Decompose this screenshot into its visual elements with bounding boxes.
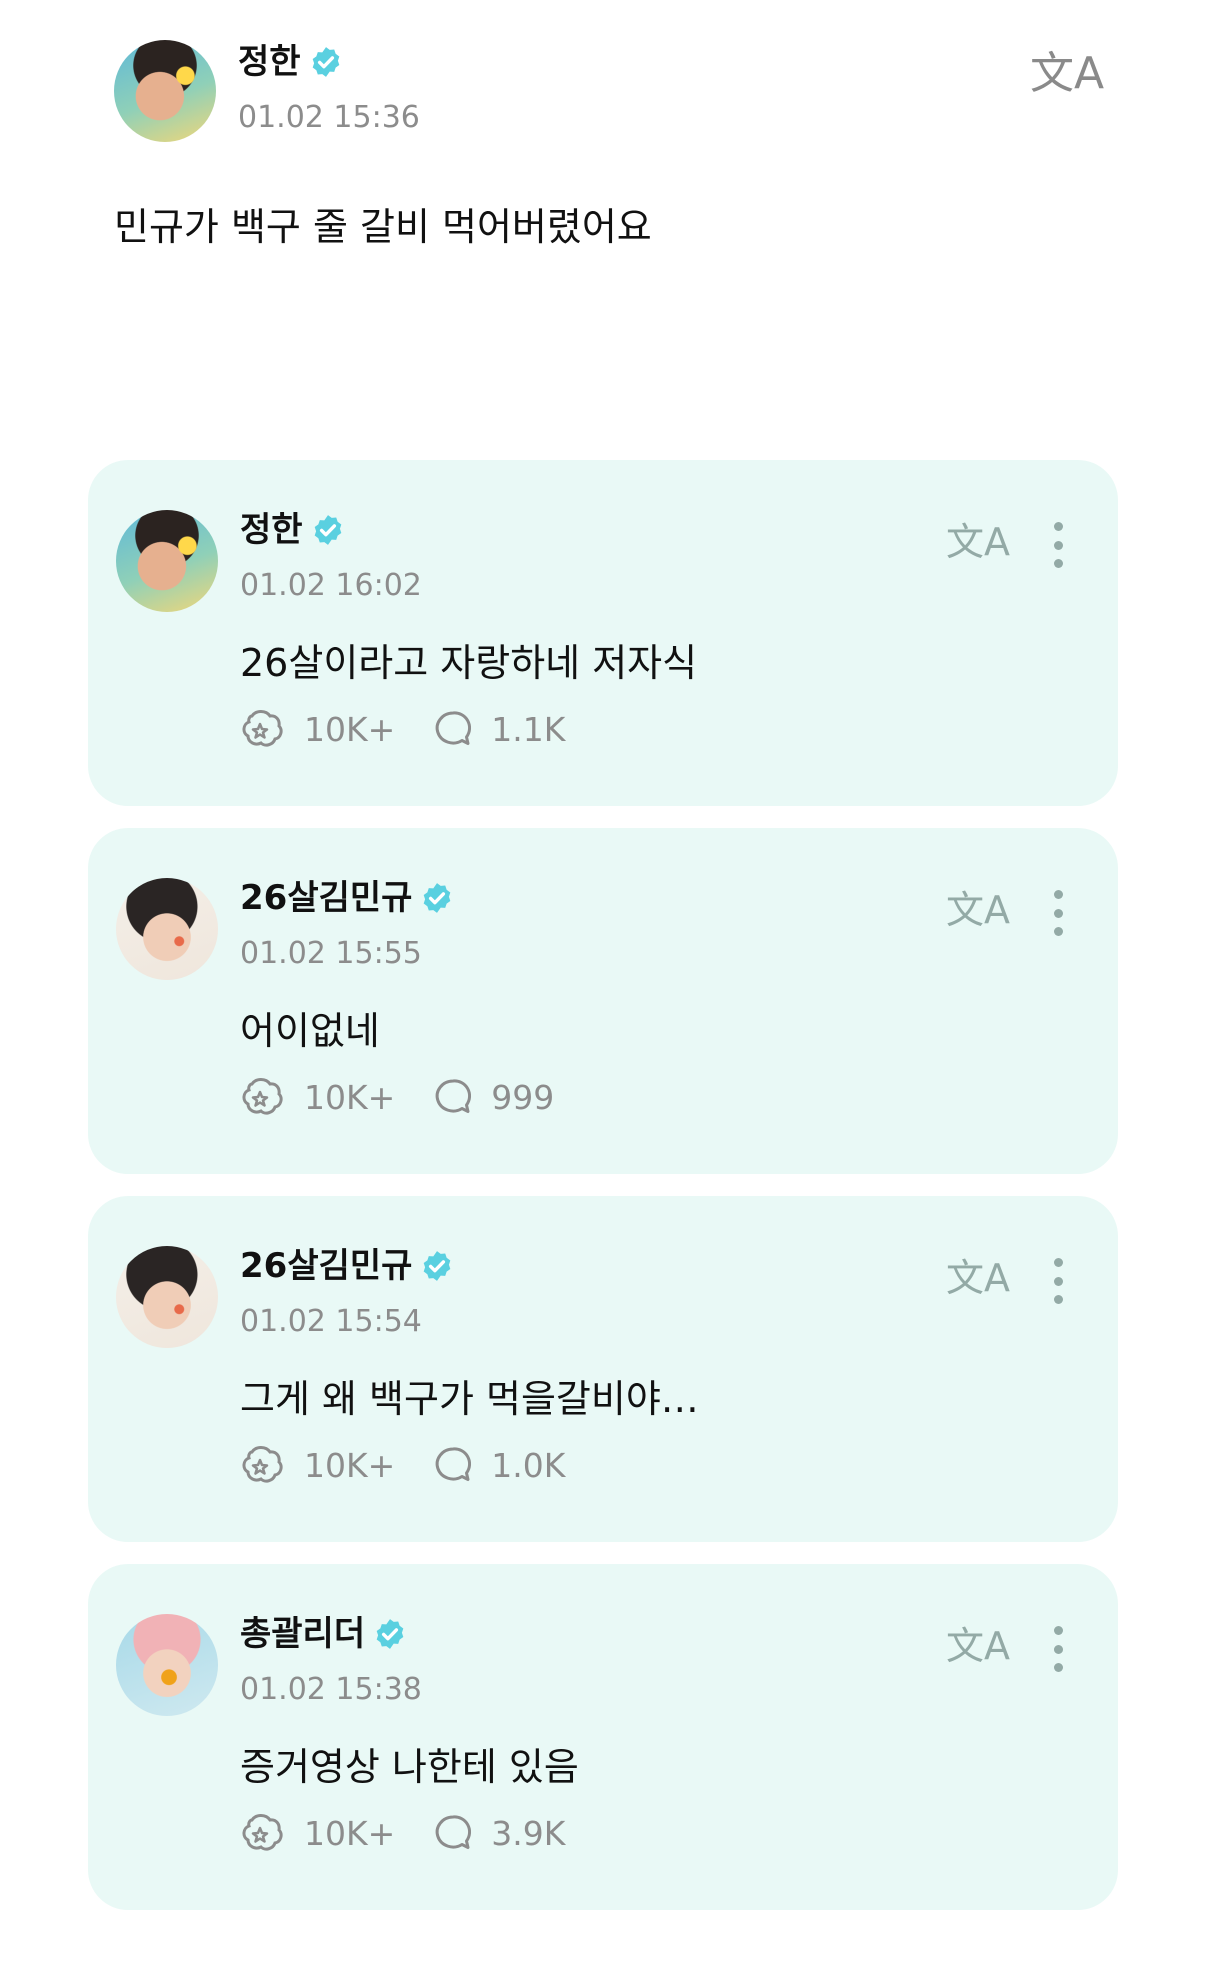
author-row: 정한: [238, 42, 343, 82]
translate-icon[interactable]: 文A: [1030, 52, 1104, 96]
like-icon: [242, 1446, 283, 1483]
reply-button[interactable]: 999: [433, 1077, 554, 1117]
more-options-icon[interactable]: [1052, 890, 1064, 936]
comment-stats: 10K+ 999: [240, 1076, 592, 1118]
like-button[interactable]: 10K+: [240, 1444, 395, 1486]
author-row: 정한: [240, 510, 345, 550]
comment-card[interactable]: 26살김민규 01.02 15:54 그게 왜 백구가 먹을갈비야… 文A 10…: [88, 1196, 1118, 1542]
comment-stats: 10K+ 1.0K: [240, 1444, 603, 1486]
like-count: 10K+: [304, 1813, 396, 1853]
like-count: 10K+: [304, 1077, 396, 1117]
comment-text: 그게 왜 백구가 먹을갈비야…: [240, 1377, 699, 1421]
reply-count: 3.9K: [491, 1813, 566, 1853]
comment-stats: 10K+ 1.1K: [240, 708, 603, 750]
comment-card[interactable]: 총괄리더 01.02 15:38 증거영상 나한테 있음 文A 10K+ 3.9…: [88, 1564, 1118, 1910]
verified-badge-icon: [376, 1619, 404, 1649]
reply-icon: [436, 1815, 472, 1849]
comment-author[interactable]: 정한: [240, 510, 303, 550]
comment-time: 01.02 15:55: [240, 936, 422, 971]
comment-stats: 10K+ 3.9K: [240, 1812, 603, 1854]
like-button[interactable]: 10K+: [240, 708, 395, 750]
verified-badge-icon: [312, 47, 339, 77]
comment-author[interactable]: 총괄리더: [240, 1614, 365, 1654]
more-options-icon[interactable]: [1052, 1258, 1064, 1304]
comment-time: 01.02 15:54: [240, 1304, 422, 1339]
post-header: 정한 01.02 15:36 文A 민규가 백구 줄 갈비 먹어버렸어요: [0, 0, 1206, 420]
avatar[interactable]: [116, 1246, 218, 1348]
reply-icon: [436, 711, 472, 745]
avatar[interactable]: [114, 40, 216, 142]
reply-button[interactable]: 1.0K: [433, 1445, 565, 1485]
like-button[interactable]: 10K+: [240, 1812, 395, 1854]
post-body: 민규가 백구 줄 갈비 먹어버렸어요: [114, 205, 652, 249]
verified-badge-icon: [424, 1251, 451, 1281]
like-icon: [242, 1078, 283, 1115]
reply-button[interactable]: 1.1K: [433, 709, 565, 749]
translate-icon[interactable]: 文A: [946, 522, 1010, 562]
reply-icon: [436, 1079, 472, 1113]
comment-time: 01.02 16:02: [240, 568, 422, 603]
reply-count: 1.0K: [491, 1445, 566, 1485]
comment-author[interactable]: 26살김민규: [240, 1246, 412, 1286]
reply-count: 999: [491, 1077, 555, 1117]
like-count: 10K+: [304, 709, 396, 749]
reply-button[interactable]: 3.9K: [433, 1813, 565, 1853]
post-time: 01.02 15:36: [238, 100, 420, 135]
translate-icon[interactable]: 文A: [946, 1626, 1010, 1666]
reply-count: 1.1K: [491, 709, 566, 749]
comment-text: 어이없네: [240, 1009, 380, 1053]
comment-author[interactable]: 26살김민규: [240, 878, 412, 918]
comment-text: 26살이라고 자랑하네 저자식: [240, 641, 698, 685]
verified-badge-icon: [424, 883, 451, 913]
reply-icon: [436, 1447, 472, 1481]
translate-icon[interactable]: 文A: [946, 890, 1010, 930]
like-icon: [242, 1814, 283, 1851]
author-row: 총괄리더: [240, 1614, 407, 1654]
avatar[interactable]: [116, 878, 218, 980]
more-options-icon[interactable]: [1052, 1626, 1064, 1672]
comment-card[interactable]: 정한 01.02 16:02 26살이라고 자랑하네 저자식 文A 10K+ 1…: [88, 460, 1118, 806]
comment-text: 증거영상 나한테 있음: [240, 1745, 579, 1789]
author-row: 26살김민규: [240, 878, 454, 918]
comment-card[interactable]: 26살김민규 01.02 15:55 어이없네 文A 10K+ 999: [88, 828, 1118, 1174]
verified-badge-icon: [314, 515, 341, 545]
author-name[interactable]: 정한: [238, 42, 301, 82]
comment-time: 01.02 15:38: [240, 1672, 422, 1707]
author-row: 26살김민규: [240, 1246, 454, 1286]
more-options-icon[interactable]: [1052, 522, 1064, 568]
avatar[interactable]: [116, 510, 218, 612]
avatar[interactable]: [116, 1614, 218, 1716]
like-button[interactable]: 10K+: [240, 1076, 395, 1118]
like-count: 10K+: [304, 1445, 396, 1485]
translate-icon[interactable]: 文A: [946, 1258, 1010, 1298]
like-icon: [242, 710, 283, 747]
